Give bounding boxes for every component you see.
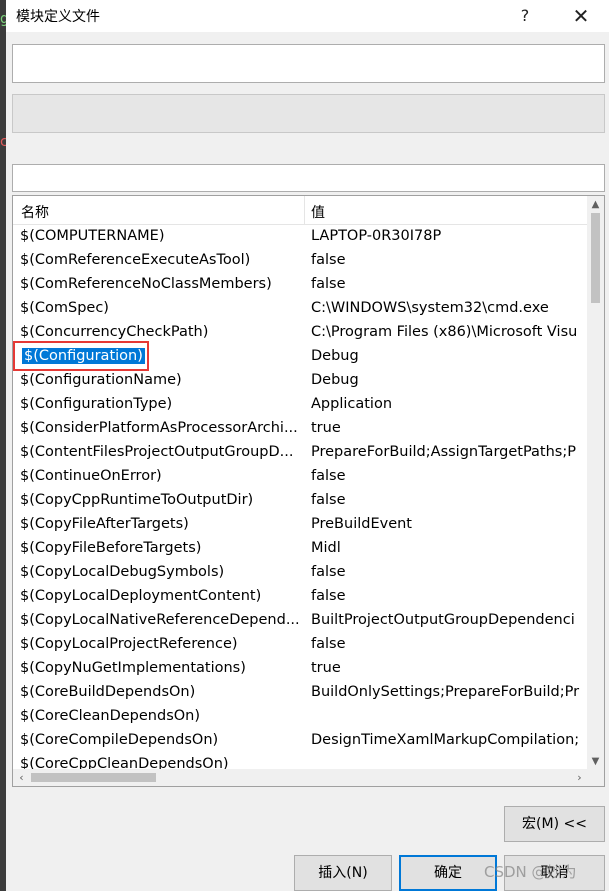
module-definition-dialog: 模块定义文件 ? ✕ 名称 值 $(COMPUTERNAME) LAPTOP-0R… xyxy=(6,0,609,891)
horizontal-scrollbar[interactable]: ‹ › xyxy=(13,769,588,786)
table-row[interactable]: $(ConfigurationType) Application xyxy=(13,392,588,416)
macro-button[interactable]: 宏(M) << xyxy=(504,806,605,842)
macro-value-cell: false xyxy=(311,564,346,580)
scroll-left-icon[interactable]: ‹ xyxy=(13,769,30,786)
macro-value-cell: BuildOnlySettings;PrepareForBuild;Pr xyxy=(311,684,580,700)
table-row[interactable]: $(COMPUTERNAME) LAPTOP-0R30I78P xyxy=(13,224,588,248)
table-row[interactable]: $(CopyNuGetImplementations) true xyxy=(13,656,588,680)
title-bar: 模块定义文件 ? ✕ xyxy=(6,0,609,32)
grid-header: 名称 值 xyxy=(13,196,588,225)
macro-name-cell: $(CopyLocalNativeReferenceDepend... xyxy=(20,612,300,628)
macro-value-cell: false xyxy=(311,636,346,652)
scroll-up-icon[interactable]: ▲ xyxy=(587,196,604,213)
column-header-value[interactable]: 值 xyxy=(311,202,325,222)
macro-value-cell: BuiltProjectOutputGroupDependenci xyxy=(311,612,575,628)
macro-name-cell: $(ComReferenceNoClassMembers) xyxy=(20,276,272,292)
column-header-name[interactable]: 名称 xyxy=(21,202,49,222)
table-row[interactable]: $(CopyLocalProjectReference) false xyxy=(13,632,588,656)
table-row[interactable]: $(ComReferenceNoClassMembers) false xyxy=(13,272,588,296)
macro-name-cell: $(ConfigurationName) xyxy=(20,372,182,388)
macro-filter-input[interactable] xyxy=(12,164,605,192)
macro-name-cell: $(CopyFileBeforeTargets) xyxy=(20,540,202,556)
table-row[interactable]: $(ComReferenceExecuteAsTool) false xyxy=(13,248,588,272)
scroll-down-icon[interactable]: ▼ xyxy=(587,753,604,770)
horizontal-scroll-thumb[interactable] xyxy=(31,773,156,782)
table-row[interactable]: $(CoreBuildDependsOn) BuildOnlySettings;P… xyxy=(13,680,588,704)
macro-value-cell: PrepareForBuild;AssignTargetPaths;P xyxy=(311,444,576,460)
insert-button[interactable]: 插入(N) xyxy=(294,855,392,891)
macro-name-cell: $(CopyCppRuntimeToOutputDir) xyxy=(20,492,254,508)
macro-value-cell: false xyxy=(311,588,346,604)
vertical-scroll-thumb[interactable] xyxy=(591,213,600,303)
scroll-right-icon[interactable]: › xyxy=(571,769,588,786)
macro-value-cell: false xyxy=(311,252,346,268)
table-row[interactable]: $(CopyFileBeforeTargets) Midl xyxy=(13,536,588,560)
macro-value-cell: LAPTOP-0R30I78P xyxy=(311,228,442,244)
macro-value-cell: PreBuildEvent xyxy=(311,516,412,532)
table-row[interactable]: $(ContinueOnError) false xyxy=(13,464,588,488)
evaluated-value-box xyxy=(12,94,605,133)
macro-value-cell: false xyxy=(311,492,346,508)
macro-name-cell: $(CopyLocalProjectReference) xyxy=(20,636,238,652)
dialog-title: 模块定义文件 xyxy=(16,9,100,25)
macro-name-cell: $(COMPUTERNAME) xyxy=(20,228,165,244)
column-divider[interactable] xyxy=(304,196,305,224)
grid-rows: $(COMPUTERNAME) LAPTOP-0R30I78P $(ComRefer… xyxy=(13,224,588,770)
macro-value-cell: true xyxy=(311,660,341,676)
macro-name-cell: $(ConfigurationType) xyxy=(20,396,173,412)
close-button[interactable]: ✕ xyxy=(558,0,604,32)
macro-name-cell: $(CoreCleanDependsOn) xyxy=(20,708,201,724)
macro-name-cell: $(ContinueOnError) xyxy=(20,468,162,484)
table-row[interactable]: $(CopyCppRuntimeToOutputDir) false xyxy=(13,488,588,512)
macro-name-cell: $(CopyFileAfterTargets) xyxy=(20,516,189,532)
macro-name-cell: $(CoreCppCleanDependsOn) xyxy=(20,756,229,770)
table-row[interactable]: $(CopyLocalDeploymentContent) false xyxy=(13,584,588,608)
macro-name-cell: $(ConsiderPlatformAsProcessorArchi... xyxy=(20,420,298,436)
macro-value-cell: Debug xyxy=(311,348,359,364)
table-row[interactable]: $(ConsiderPlatformAsProcessorArchi... tru… xyxy=(13,416,588,440)
macro-value-cell: false xyxy=(311,276,346,292)
table-row[interactable]: $(CoreCppCleanDependsOn) xyxy=(13,752,588,770)
macro-name-cell: $(CoreCompileDependsOn) xyxy=(20,732,219,748)
macro-value-cell: C:\WINDOWS\system32\cmd.exe xyxy=(311,300,549,316)
table-row[interactable]: $(CoreCompileDependsOn) DesignTimeXamlMar… xyxy=(13,728,588,752)
macro-name-cell: $(CopyLocalDeploymentContent) xyxy=(20,588,262,604)
table-row[interactable]: $(CopyLocalDebugSymbols) false xyxy=(13,560,588,584)
table-row[interactable]: $(ContentFilesProjectOutputGroupD... Prep… xyxy=(13,440,588,464)
macro-name-cell: $(ComReferenceExecuteAsTool) xyxy=(20,252,251,268)
macro-value-cell: true xyxy=(311,420,341,436)
value-input[interactable] xyxy=(12,44,605,83)
selection-highlight-frame xyxy=(13,341,149,371)
macro-name-cell: $(ComSpec) xyxy=(20,300,109,316)
macro-value-cell: Application xyxy=(311,396,393,412)
macro-value-cell: Debug xyxy=(311,372,359,388)
ok-button[interactable]: 确定 xyxy=(399,855,497,891)
watermark: CSDN @妙为 xyxy=(484,863,577,881)
macro-grid: 名称 值 $(COMPUTERNAME) LAPTOP-0R30I78P $(Com… xyxy=(12,195,605,787)
table-row[interactable]: $(CopyLocalNativeReferenceDepend... Built… xyxy=(13,608,588,632)
table-row[interactable]: $(CopyFileAfterTargets) PreBuildEvent xyxy=(13,512,588,536)
macro-value-cell: C:\Program Files (x86)\Microsoft Visu xyxy=(311,324,578,340)
table-row[interactable]: $(ConfigurationName) Debug xyxy=(13,368,588,392)
macro-name-cell: $(CopyNuGetImplementations) xyxy=(20,660,246,676)
macro-name-cell: $(CoreBuildDependsOn) xyxy=(20,684,196,700)
help-button[interactable]: ? xyxy=(502,0,548,32)
macro-name-cell: $(ContentFilesProjectOutputGroupD... xyxy=(20,444,294,460)
table-row[interactable]: $(CoreCleanDependsOn) xyxy=(13,704,588,728)
macro-value-cell: Midl xyxy=(311,540,341,556)
macro-value-cell: false xyxy=(311,468,346,484)
table-row[interactable]: $(ComSpec) C:\WINDOWS\system32\cmd.exe xyxy=(13,296,588,320)
macro-name-cell: $(CopyLocalDebugSymbols) xyxy=(20,564,225,580)
scrollbar-corner xyxy=(587,769,604,786)
macro-value-cell: DesignTimeXamlMarkupCompilation; xyxy=(311,732,580,748)
vertical-scrollbar[interactable]: ▲ ▼ xyxy=(587,196,604,770)
